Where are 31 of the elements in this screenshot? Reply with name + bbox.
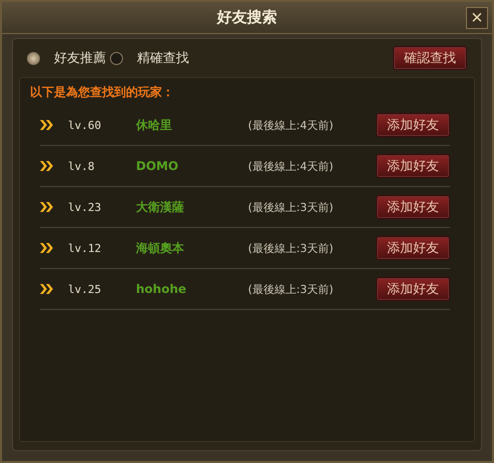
player-name: 大衛漢薩	[136, 198, 185, 216]
player-name: 海頓奧本	[136, 240, 185, 256]
player-level: lv.60	[68, 118, 102, 132]
add-friend-button[interactable]: 添加好友	[376, 154, 450, 178]
chevron-icon	[40, 243, 54, 253]
results-heading: 以下是為您查找到的玩家：	[30, 84, 175, 101]
window-title: 好友搜索	[217, 8, 277, 27]
add-friend-button[interactable]: 添加好友	[376, 236, 450, 260]
chevron-icon	[40, 284, 54, 294]
chevron-icon	[40, 120, 54, 130]
player-level: lv.25	[68, 282, 102, 296]
player-level: lv.23	[68, 200, 102, 214]
player-name: 休哈里	[136, 116, 173, 134]
last-online: (最後線上:3天前)	[248, 240, 334, 256]
mode-radio[interactable]: 精確查找	[110, 49, 189, 67]
add-friend-button[interactable]: 添加好友	[376, 277, 450, 301]
chevron-icon	[40, 161, 54, 171]
last-online: (最後線上:4天前)	[248, 158, 334, 174]
mode-radio[interactable]: 好友推薦	[27, 49, 106, 67]
player-level: lv.12	[68, 242, 102, 254]
last-online: (最後線上:4天前)	[248, 118, 334, 132]
add-friend-button[interactable]: 添加好友	[376, 195, 450, 219]
player-name: DOMO	[136, 159, 180, 173]
player-name: hohohe	[136, 282, 188, 296]
add-friend-button[interactable]: 添加好友	[376, 113, 450, 137]
last-online: (最後線上:3天前)	[248, 282, 334, 296]
close-button[interactable]: ×	[466, 7, 488, 29]
chevron-icon	[40, 202, 54, 212]
last-online: (最後線上:3天前)	[248, 200, 334, 214]
player-level: lv.8	[68, 160, 96, 172]
confirm-search-button[interactable]: 確認查找	[393, 46, 467, 70]
